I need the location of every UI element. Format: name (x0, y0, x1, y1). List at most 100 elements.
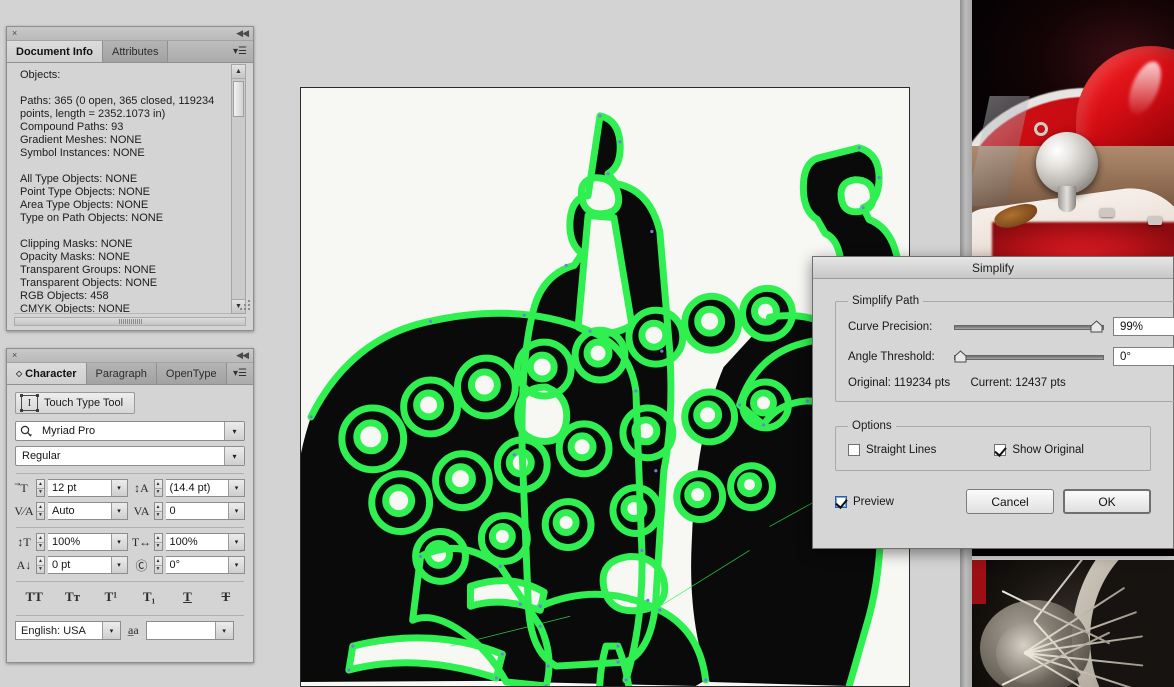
small-caps-button[interactable]: Tᴛ (53, 587, 91, 607)
leading-input[interactable]: (14.4 pt) ▾ (165, 479, 245, 497)
tab-character[interactable]: ◇ Character (7, 363, 87, 384)
panel-menu-icon[interactable]: ▾☰ (227, 363, 253, 384)
chevron-down-icon[interactable]: ▾ (228, 557, 244, 573)
slider-track[interactable] (954, 324, 1104, 330)
language-combo[interactable]: English: USA ▾ (15, 621, 121, 640)
document-info-content: Objects: Paths: 365 (0 open, 365 closed,… (14, 64, 232, 314)
horizontal-scale-field[interactable]: T↔ ▲ ▼ 100% ▾ (132, 533, 245, 551)
tab-attributes-label: Attributes (112, 45, 159, 58)
scrollbar-thumb[interactable] (233, 81, 244, 117)
strikethrough-button[interactable]: T (207, 587, 245, 607)
preview-option[interactable]: Preview (835, 495, 894, 508)
font-size-value: 12 pt (52, 482, 77, 494)
anti-aliasing-combo[interactable]: ▾ (145, 621, 234, 640)
character-rotation-input[interactable]: 0° ▾ (165, 556, 245, 574)
vertical-scale-stepper[interactable]: ▲ ▼ (36, 533, 45, 551)
document-info-tabs[interactable]: Document Info Attributes ▾☰ (7, 41, 253, 63)
angle-threshold-slider[interactable] (954, 349, 1104, 364)
slider-track[interactable] (954, 354, 1104, 360)
baseline-shift-stepper[interactable]: ▲ ▼ (36, 556, 45, 574)
panel-resize-grip[interactable] (240, 300, 250, 310)
scroll-up-icon[interactable]: ▲ (232, 65, 245, 79)
character-panel-tabs[interactable]: ◇ Character Paragraph OpenType ▾☰ (7, 363, 253, 385)
close-icon[interactable]: × (12, 351, 17, 360)
simplify-dialog-titlebar[interactable]: Simplify (813, 257, 1173, 279)
kerning-field[interactable]: V∕A ▲ ▼ Auto ▾ (14, 502, 128, 520)
curve-precision-label: Curve Precision: (848, 320, 933, 333)
curve-precision-slider-thumb[interactable] (1090, 319, 1103, 333)
simplify-dialog[interactable]: Simplify Simplify Path Curve Precision: … (812, 256, 1174, 549)
chevron-down-icon[interactable]: ▾ (228, 503, 244, 519)
leading-stepper[interactable]: ▲ ▼ (153, 479, 163, 497)
show-original-option[interactable]: Show Original (994, 444, 1084, 456)
baseline-rotation-row: A↓ ▲ ▼ 0 pt ▾ Ⓒ ▲ ▼ 0° ▾ (15, 556, 245, 574)
tab-paragraph[interactable]: Paragraph (86, 363, 157, 384)
character-rotation-stepper[interactable]: ▲ ▼ (153, 556, 163, 574)
chevron-down-icon[interactable]: ▾ (102, 622, 120, 639)
tab-document-info[interactable]: Document Info (7, 41, 103, 62)
angle-threshold-slider-thumb[interactable] (954, 349, 967, 363)
character-rotation-field[interactable]: Ⓒ ▲ ▼ 0° ▾ (133, 556, 245, 574)
kerning-stepper[interactable]: ▲ ▼ (36, 502, 45, 520)
chevron-down-icon[interactable]: ▾ (110, 557, 127, 573)
font-size-stepper[interactable]: ▲ ▼ (36, 479, 45, 497)
chevron-down-icon[interactable]: ▾ (224, 447, 244, 465)
scale-row: ↕T ▲ ▼ 100% ▾ T↔ ▲ ▼ 100% ▾ (15, 533, 245, 551)
language-row: English: USA ▾ a̲a ▾ (15, 621, 245, 640)
current-points-label: Current: 12437 pts (970, 377, 1066, 389)
cancel-button[interactable]: Cancel (966, 489, 1054, 514)
subscript-button[interactable]: T₁ (130, 587, 168, 607)
curve-precision-slider[interactable] (954, 319, 1104, 334)
collapse-panel-icon[interactable]: ◀◀ (236, 350, 249, 361)
document-info-panel-titlebar[interactable]: × ◀◀ (7, 27, 253, 41)
point-counts: Original: 119234 pts Current: 12437 pts (848, 377, 1174, 389)
chevron-down-icon[interactable]: ▾ (110, 534, 127, 550)
superscript-button[interactable]: T¹ (92, 587, 130, 607)
curve-precision-row: Curve Precision: 99% (848, 317, 1174, 336)
vertical-scale-input[interactable]: 100% ▾ (48, 533, 128, 551)
touch-type-tool-button[interactable]: Touch Type Tool (15, 392, 135, 414)
character-panel[interactable]: × ◀◀ ◇ Character Paragraph OpenType ▾☰ I… (6, 348, 254, 663)
baseline-shift-field[interactable]: A↓ ▲ ▼ 0 pt ▾ (15, 556, 128, 574)
chevron-down-icon[interactable]: ▾ (228, 534, 244, 550)
document-info-scrollbar[interactable]: ▲ ▼ (231, 64, 246, 314)
chevron-down-icon[interactable]: ▾ (110, 480, 127, 496)
chevron-down-icon[interactable]: ▾ (224, 422, 244, 440)
chevron-down-icon[interactable]: ▾ (228, 480, 244, 496)
font-size-field[interactable]: ⃗T ▲ ▼ 12 pt ▾ (15, 479, 128, 497)
straight-lines-option[interactable]: Straight Lines (848, 444, 936, 456)
tracking-input[interactable]: 0 ▾ (165, 502, 245, 520)
show-original-checkbox[interactable] (994, 444, 1007, 456)
wire-wheel-photo[interactable] (972, 560, 1174, 687)
font-style-combo[interactable]: Regular ▾ (15, 446, 245, 466)
original-points-label: Original: 119234 pts (848, 377, 951, 389)
panel-menu-icon[interactable]: ▾☰ (227, 41, 253, 62)
all-caps-button[interactable]: TT (15, 587, 53, 607)
tab-opentype[interactable]: OpenType (156, 363, 227, 384)
tab-attributes[interactable]: Attributes (103, 41, 169, 62)
collapse-panel-icon[interactable]: ◀◀ (236, 28, 249, 39)
close-icon[interactable]: × (12, 29, 17, 38)
chevron-down-icon[interactable]: ▾ (214, 622, 233, 639)
kerning-input[interactable]: Auto ▾ (48, 502, 128, 520)
chevron-down-icon[interactable]: ▾ (110, 503, 127, 519)
horizontal-scale-input[interactable]: 100% ▾ (165, 533, 245, 551)
vertical-scale-field[interactable]: ↕T ▲ ▼ 100% ▾ (15, 533, 128, 551)
leading-field[interactable]: ↕A ▲ ▼ (14.4 pt) ▾ (133, 479, 245, 497)
tracking-field[interactable]: VA ▲ ▼ 0 ▾ (133, 502, 245, 520)
document-info-panel[interactable]: × ◀◀ Document Info Attributes ▾☰ Objects… (6, 26, 254, 331)
underline-button[interactable]: T (168, 587, 206, 607)
curve-precision-input[interactable]: 99% (1113, 317, 1174, 336)
horizontal-scale-stepper[interactable]: ▲ ▼ (153, 533, 163, 551)
character-panel-titlebar[interactable]: × ◀◀ (7, 349, 253, 363)
ok-button[interactable]: OK (1063, 489, 1151, 514)
angle-threshold-input[interactable]: 0° (1113, 347, 1174, 366)
font-size-input[interactable]: 12 pt ▾ (48, 479, 128, 497)
preview-checkbox[interactable] (835, 495, 847, 508)
straight-lines-checkbox[interactable] (848, 444, 860, 456)
panel-drag-gripbar[interactable] (14, 317, 246, 326)
font-family-combo[interactable]: Myriad Pro ▾ (15, 421, 245, 441)
tracking-stepper[interactable]: ▲ ▼ (153, 502, 163, 520)
text-style-buttons: TT Tᴛ T¹ T₁ T T (15, 586, 245, 608)
baseline-shift-input[interactable]: 0 pt ▾ (48, 556, 128, 574)
